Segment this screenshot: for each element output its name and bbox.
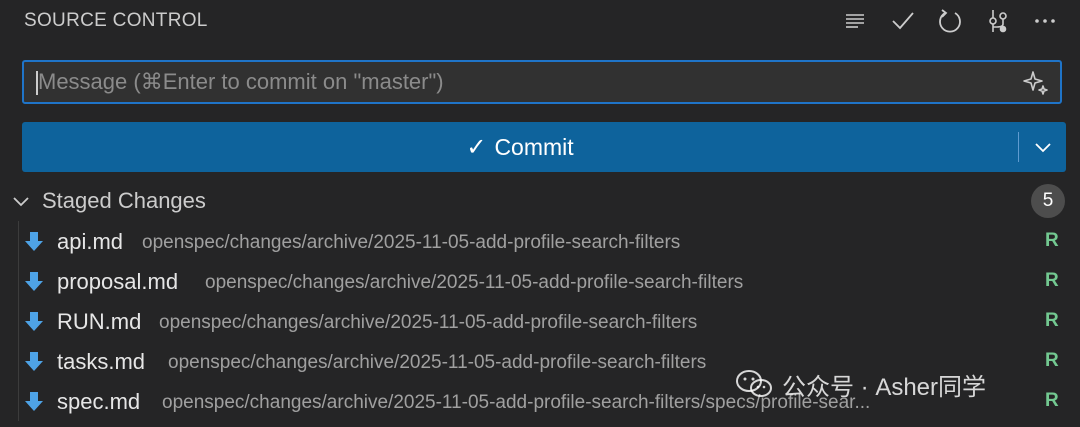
markdown-file-icon <box>25 392 43 411</box>
commit-dropdown-button[interactable] <box>1019 122 1066 172</box>
file-status-badge: R <box>1045 230 1059 251</box>
file-path: openspec/changes/archive/2025-11-05-add-… <box>159 312 698 333</box>
panel-title: SOURCE CONTROL <box>24 10 208 31</box>
commit-label: Commit <box>494 133 574 160</box>
staged-file-row[interactable]: api.md openspec/changes/archive/2025-11-… <box>0 221 1080 261</box>
file-name: api.md <box>57 229 124 254</box>
staged-changes-header[interactable]: Staged Changes <box>0 182 1080 220</box>
tree-indent-guide <box>18 301 19 341</box>
file-path: openspec/changes/archive/2025-11-05-add-… <box>168 352 707 373</box>
tree-indent-guide <box>18 341 19 381</box>
commit-message-input[interactable] <box>38 62 998 102</box>
file-path: openspec/changes/archive/2025-11-05-add-… <box>205 272 744 293</box>
markdown-file-icon <box>25 272 43 291</box>
file-name: RUN.md <box>57 309 142 334</box>
tree-indent-guide <box>18 261 19 301</box>
staged-file-row[interactable]: tasks.md openspec/changes/archive/2025-1… <box>0 341 1080 381</box>
file-name: proposal.md <box>57 269 179 294</box>
more-icon[interactable] <box>1030 6 1060 36</box>
staged-file-row[interactable]: proposal.md openspec/changes/archive/202… <box>0 261 1080 301</box>
source-control-panel: SOURCE CONTROL ✓ Commit <box>0 0 1080 427</box>
commit-button[interactable]: ✓ Commit <box>22 122 1066 172</box>
staged-count-badge: 5 <box>1031 184 1065 218</box>
file-status-badge: R <box>1045 350 1059 371</box>
file-path: openspec/changes/archive/2025-11-05-add-… <box>162 392 871 413</box>
sparkle-icon[interactable] <box>1022 69 1050 97</box>
panel-header: SOURCE CONTROL <box>0 0 1080 44</box>
tree-indent-guide <box>18 221 19 261</box>
refresh-icon[interactable] <box>935 6 965 36</box>
chevron-down-icon <box>1034 143 1051 153</box>
file-path: openspec/changes/archive/2025-11-05-add-… <box>142 232 681 253</box>
staged-file-row[interactable]: RUN.md openspec/changes/archive/2025-11-… <box>0 301 1080 341</box>
check-icon: ✓ <box>466 133 487 161</box>
check-icon[interactable] <box>888 6 918 36</box>
file-status-badge: R <box>1045 390 1059 411</box>
commit-main-action[interactable]: ✓ Commit <box>22 122 1018 172</box>
list-icon[interactable] <box>840 6 870 36</box>
staged-changes-title: Staged Changes <box>42 188 206 213</box>
file-status-badge: R <box>1045 270 1059 291</box>
tree-indent-guide <box>18 381 19 421</box>
file-name: spec.md <box>57 389 141 414</box>
commit-message-field[interactable] <box>22 60 1062 104</box>
chevron-down-icon[interactable] <box>10 191 32 213</box>
file-status-badge: R <box>1045 310 1059 331</box>
markdown-file-icon <box>25 352 43 371</box>
graph-icon[interactable] <box>983 6 1013 36</box>
markdown-file-icon <box>25 232 43 251</box>
markdown-file-icon <box>25 312 43 331</box>
file-name: tasks.md <box>57 349 146 374</box>
staged-file-row[interactable]: spec.md openspec/changes/archive/2025-11… <box>0 381 1080 421</box>
